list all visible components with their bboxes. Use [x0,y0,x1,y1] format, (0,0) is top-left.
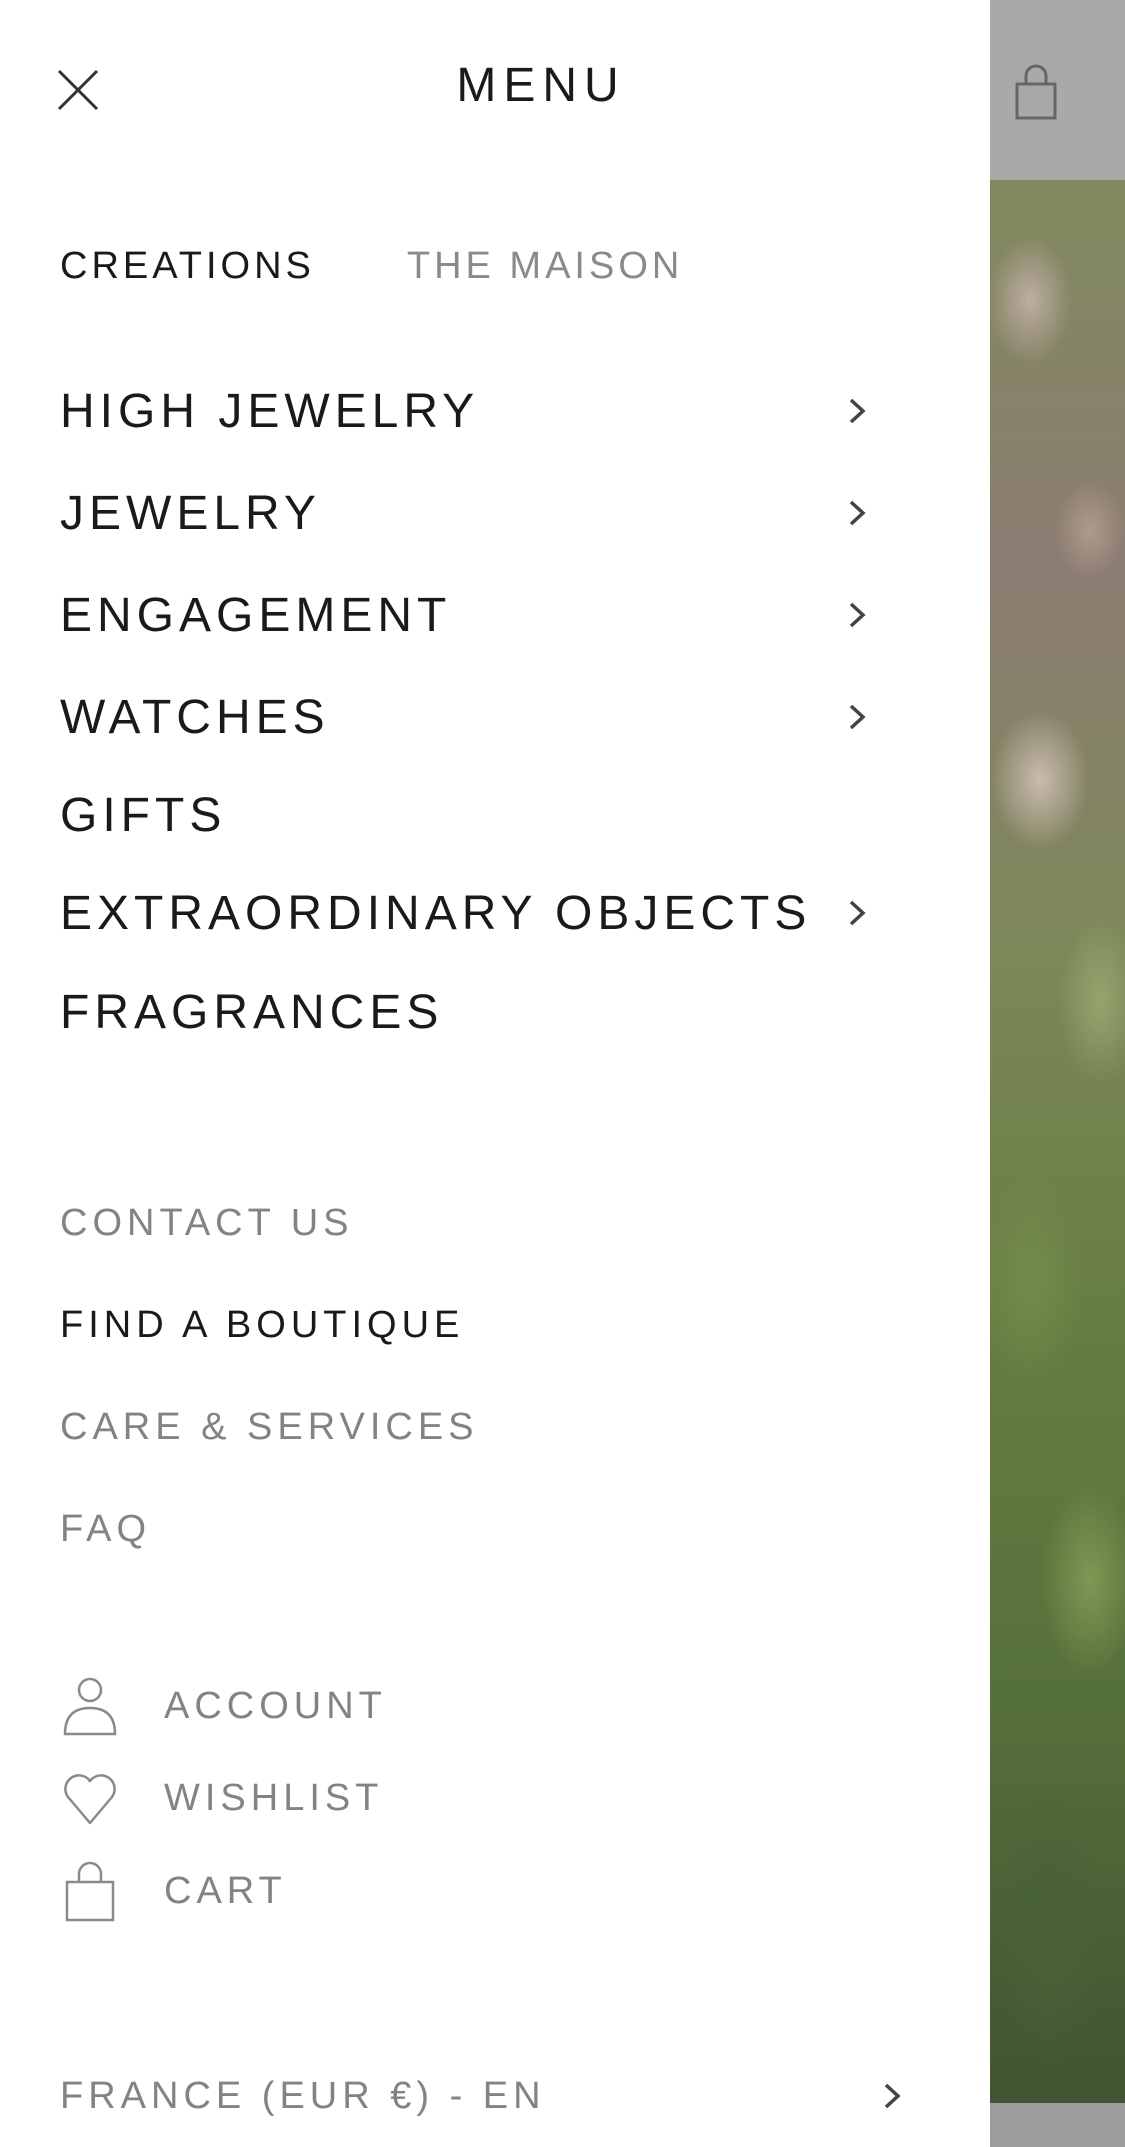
account-link[interactable]: ACCOUNT [60,1673,387,1739]
chevron-right-icon [849,398,866,424]
menu-title: MENU [456,59,626,112]
link-find-a-boutique[interactable]: FIND A BOUTIQUE [60,1304,464,1347]
chevron-right-icon [849,900,866,926]
menu-item-label: HIGH JEWELRY [60,384,480,438]
menu-item-label: ENGAGEMENT [60,588,452,642]
user-icon [63,1677,117,1736]
app-screen: MENU CREATIONS THE MAISON HIGH JEWELRY J… [0,0,1125,2147]
menu-drawer: MENU CREATIONS THE MAISON HIGH JEWELRY J… [0,0,990,2147]
link-care-services[interactable]: CARE & SERVICES [60,1406,479,1449]
menu-item-fragrances[interactable]: FRAGRANCES [60,977,870,1047]
locale-selector[interactable]: FRANCE (EUR €) - EN [60,2068,905,2124]
backdrop-footer [990,2103,1125,2147]
chevron-right-icon [849,602,866,628]
shopping-bag-icon [65,1861,115,1922]
chevron-right-icon [884,2083,901,2109]
menu-item-engagement[interactable]: ENGAGEMENT [60,580,870,650]
chevron-right-icon [849,704,866,730]
cart-link[interactable]: CART [60,1858,287,1924]
wishlist-label: WISHLIST [164,1776,384,1819]
link-faq[interactable]: FAQ [60,1508,151,1551]
wishlist-link[interactable]: WISHLIST [60,1765,383,1831]
chevron-right-icon [849,500,866,526]
menu-item-watches[interactable]: WATCHES [60,682,870,752]
tab-the-maison[interactable]: THE MAISON [407,245,683,288]
menu-tabs: CREATIONS THE MAISON [60,245,683,288]
menu-item-label: GIFTS [60,788,227,842]
backdrop-hero-image [990,180,1125,2103]
menu-item-jewelry[interactable]: JEWELRY [60,478,870,548]
account-label: ACCOUNT [164,1684,387,1727]
menu-item-label: WATCHES [60,690,330,744]
menu-item-high-jewelry[interactable]: HIGH JEWELRY [60,376,870,446]
tab-creations[interactable]: CREATIONS [60,245,315,288]
menu-item-gifts[interactable]: GIFTS [60,780,870,850]
link-contact-us[interactable]: CONTACT US [60,1202,354,1245]
page-backdrop[interactable] [990,0,1125,2147]
menu-item-label: EXTRAORDINARY OBJECTS [60,886,812,940]
menu-item-label: JEWELRY [60,486,321,540]
menu-item-label: FRAGRANCES [60,985,444,1039]
locale-label: FRANCE (EUR €) - EN [60,2074,546,2117]
heart-icon [64,1774,116,1825]
cart-label: CART [164,1869,287,1912]
menu-item-extraordinary-objects[interactable]: EXTRAORDINARY OBJECTS [60,878,870,948]
